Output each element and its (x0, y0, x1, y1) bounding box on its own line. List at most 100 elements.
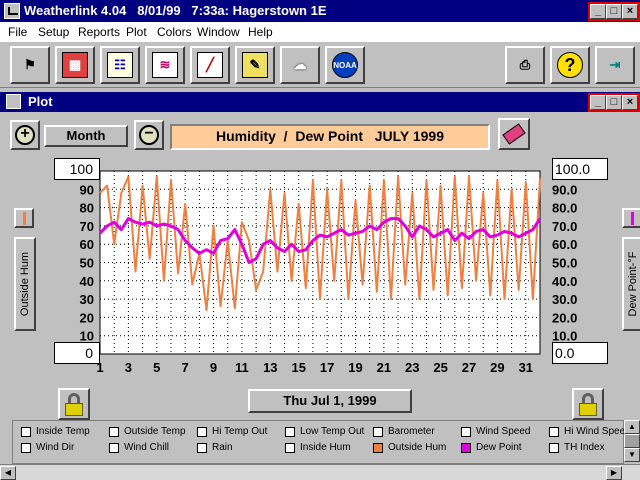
legend-item[interactable]: TH Index (549, 442, 605, 453)
legend-item[interactable]: Outside Hum (373, 442, 446, 453)
plot-window-controls: _ □ × (588, 93, 640, 112)
color-bar-icon (631, 212, 634, 225)
noaa-button[interactable]: NOAA (325, 46, 365, 84)
horizontal-scrollbar[interactable]: ◀ ▶ (0, 464, 640, 480)
scroll-right-icon[interactable]: ▶ (606, 466, 622, 480)
notebook-button[interactable]: ✎ (235, 46, 275, 84)
date-button[interactable]: Thu Jul 1, 1999 (248, 389, 412, 413)
dew-point-color-swatch[interactable] (622, 208, 640, 228)
plot-title-bar[interactable]: Plot _ □ × (0, 92, 640, 112)
color-bar-icon (23, 212, 26, 225)
rain-button[interactable]: ☁ (280, 46, 320, 84)
menu-plot[interactable]: Plot (126, 25, 147, 39)
legend-item[interactable]: Wind Dir (21, 442, 74, 453)
left-axis-label: Outside Hum (19, 251, 31, 317)
legend-checkbox[interactable] (109, 442, 119, 453)
legend-checkbox[interactable] (549, 442, 559, 453)
legend-item[interactable]: Barometer (373, 426, 435, 437)
legend-label: Barometer (388, 426, 435, 437)
app-title-bar[interactable]: Weatherlink 4.04 8/01/99 7:33a: Hagersto… (0, 0, 640, 22)
left-max-value[interactable]: 100 (54, 158, 100, 180)
plot-maximize-button[interactable]: □ (606, 95, 622, 110)
magnifier-plus-icon: + (15, 125, 35, 145)
weather-data-button[interactable]: ▦ (55, 46, 95, 84)
station-button[interactable]: ⚑ (10, 46, 50, 84)
legend-item[interactable]: Wind Speed (461, 426, 530, 437)
scroll-left-icon[interactable]: ◀ (0, 466, 16, 480)
legend-item[interactable]: Low Temp Out (285, 426, 364, 437)
legend-label: Inside Temp (36, 426, 90, 437)
bulletin-icon: ☷ (107, 52, 133, 78)
legend-scrollbar[interactable]: ▲ ▼ (624, 420, 640, 464)
legend-label: Wind Speed (476, 426, 531, 437)
lock-icon-body (579, 403, 597, 416)
strip-chart-button[interactable]: ≋ (145, 46, 185, 84)
printer-icon: ⎙ (519, 57, 531, 72)
plot-window-icon[interactable] (6, 94, 21, 109)
zoom-in-button[interactable]: + (10, 120, 40, 150)
legend-item[interactable]: Dew Point (461, 442, 522, 453)
menu-file[interactable]: File (8, 25, 27, 39)
legend-item[interactable]: Hi Wind Speed (549, 426, 631, 437)
legend-item[interactable]: Inside Temp (21, 426, 90, 437)
legend-label: Wind Chill (124, 442, 170, 453)
legend-label: Rain (212, 442, 233, 453)
eraser-button[interactable] (498, 118, 530, 150)
legend-item[interactable]: Rain (197, 442, 233, 453)
menu-colors[interactable]: Colors (157, 25, 192, 39)
scroll-down-icon[interactable]: ▼ (624, 448, 640, 462)
right-max-value[interactable]: 100.0 (552, 158, 608, 180)
right-axis-label-button[interactable]: Dew Point-°F (622, 237, 640, 331)
legend-item[interactable]: Outside Temp (109, 426, 186, 437)
zoom-out-button[interactable]: − (134, 120, 164, 150)
menu-help[interactable]: Help (248, 25, 273, 39)
menu-reports[interactable]: Reports (78, 25, 120, 39)
plot-minimize-button[interactable]: _ (590, 95, 606, 110)
strip-chart-icon: ≋ (152, 52, 178, 78)
plot-icon: ╱ (197, 52, 223, 78)
help-icon: ? (557, 52, 583, 78)
exit-button[interactable]: ⇥ (595, 46, 635, 84)
legend-checkbox[interactable] (285, 426, 295, 437)
weather-data-icon: ▦ (62, 52, 88, 78)
legend-checkbox[interactable] (373, 442, 383, 453)
outside-hum-color-swatch[interactable] (14, 208, 34, 228)
menu-setup[interactable]: Setup (38, 25, 69, 39)
notebook-icon: ✎ (242, 52, 268, 78)
legend-label: Inside Hum (300, 442, 351, 453)
left-axis-label-button[interactable]: Outside Hum (14, 237, 36, 331)
legend-label: TH Index (564, 442, 605, 453)
legend-checkbox[interactable] (549, 426, 559, 437)
right-min-value[interactable]: 0.0 (552, 342, 608, 364)
legend-checkbox[interactable] (461, 442, 471, 453)
right-lock-button[interactable] (572, 388, 604, 420)
legend-checkbox[interactable] (285, 442, 295, 453)
help-button[interactable]: ? (550, 46, 590, 84)
app-icon[interactable] (4, 3, 20, 19)
exit-icon: ⇥ (609, 57, 621, 72)
legend-item[interactable]: Wind Chill (109, 442, 169, 453)
app-title: Weatherlink 4.04 8/01/99 7:33a: Hagersto… (24, 3, 327, 18)
plot-close-button[interactable]: × (622, 95, 638, 110)
legend-checkbox[interactable] (21, 442, 31, 453)
scroll-track[interactable] (624, 434, 640, 448)
legend-checkbox[interactable] (373, 426, 383, 437)
legend-checkbox[interactable] (197, 426, 207, 437)
legend-checkbox[interactable] (461, 426, 471, 437)
print-button[interactable]: ⎙ (505, 46, 545, 84)
left-lock-button[interactable] (58, 388, 90, 420)
legend-item[interactable]: Inside Hum (285, 442, 351, 453)
menu-window[interactable]: Window (197, 25, 240, 39)
bulletin-button[interactable]: ☷ (100, 46, 140, 84)
close-button[interactable]: × (622, 4, 638, 19)
left-min-value[interactable]: 0 (54, 342, 100, 364)
plot-button[interactable]: ╱ (190, 46, 230, 84)
legend-checkbox[interactable] (109, 426, 119, 437)
period-button[interactable]: Month (44, 125, 128, 147)
maximize-button[interactable]: □ (606, 4, 622, 19)
legend-item[interactable]: Hi Temp Out (197, 426, 267, 437)
legend-checkbox[interactable] (21, 426, 31, 437)
legend-checkbox[interactable] (197, 442, 207, 453)
scroll-up-icon[interactable]: ▲ (624, 420, 640, 434)
minimize-button[interactable]: _ (590, 4, 606, 19)
